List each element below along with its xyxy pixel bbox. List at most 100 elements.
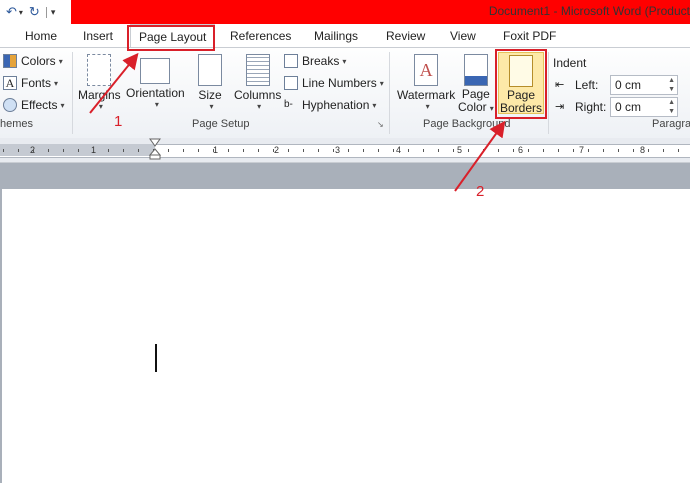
breaks-label: Breaks — [302, 54, 340, 68]
indent-left-label: Left: — [575, 78, 599, 92]
indent-marker-icon[interactable] — [149, 138, 161, 160]
colors-button[interactable]: Colors ▾ — [3, 54, 63, 68]
page-layout-highlight — [127, 25, 215, 51]
redo-icon[interactable]: ↻ — [29, 4, 40, 20]
group-separator — [548, 52, 549, 134]
ruler-tick — [468, 149, 469, 152]
tab-view[interactable]: View — [450, 24, 476, 48]
ruler-tick — [258, 149, 259, 152]
tab-foxit-pdf[interactable]: Foxit PDF — [503, 24, 556, 48]
ruler-number: 3 — [335, 145, 341, 155]
chevron-down-icon: ▾ — [379, 78, 384, 88]
columns-button[interactable]: Columns ▾ — [234, 54, 281, 111]
ruler-tick — [288, 149, 289, 152]
fonts-button[interactable]: A Fonts ▾ — [3, 76, 58, 90]
ruler-tick — [33, 149, 34, 152]
ruler-tick — [498, 149, 499, 152]
page-color-label-line2: Color — [458, 100, 487, 114]
ruler-tick — [558, 149, 559, 152]
chevron-down-icon: ▾ — [58, 56, 63, 66]
ribbon: Colors ▾ A Fonts ▾ Effects ▾ hemes Margins … — [0, 47, 690, 139]
ruler-tick — [453, 149, 454, 152]
ruler-tick — [678, 149, 679, 152]
watermark-label: Watermark — [397, 88, 456, 102]
chevron-down-icon: ▾ — [489, 104, 494, 113]
size-icon — [198, 54, 222, 86]
ruler-tick — [138, 149, 139, 152]
tab-review[interactable]: Review — [386, 24, 425, 48]
ruler-tick — [243, 149, 244, 152]
indent-label: Indent — [553, 56, 587, 70]
page-color-icon — [463, 54, 488, 86]
ruler-tick — [183, 149, 184, 152]
tab-home[interactable]: Home — [25, 24, 57, 48]
orientation-icon — [140, 58, 171, 84]
ruler-tick — [648, 149, 649, 152]
ruler-tick — [303, 149, 304, 152]
margins-button[interactable]: Margins ▾ — [78, 54, 121, 111]
ruler-tick — [483, 149, 484, 152]
ruler-tick — [273, 149, 274, 152]
hyphenation-label: Hyphenation — [302, 98, 370, 112]
ruler-tick — [93, 149, 94, 152]
ruler-tick — [123, 149, 124, 152]
title-bar-highlight: Document1 - Microsoft Word (Product — [71, 0, 690, 24]
ruler-tick — [633, 149, 634, 152]
orientation-label: Orientation — [126, 86, 185, 100]
undo-icon[interactable]: ↶ — [6, 4, 17, 20]
spin-arrows-icon[interactable]: ▲ ▼ — [668, 98, 675, 116]
ruler-tick — [228, 149, 229, 152]
size-button[interactable]: Size ▾ — [198, 54, 222, 111]
line-numbers-button[interactable]: Line Numbers ▾ — [284, 76, 384, 90]
indent-left-icon: ⇤ — [555, 79, 565, 91]
tab-mailings[interactable]: Mailings — [314, 24, 358, 48]
customize-qat-icon[interactable]: ▾ — [45, 6, 55, 18]
chevron-down-icon: ▾ — [372, 100, 377, 110]
orientation-button[interactable]: Orientation ▾ — [126, 54, 185, 109]
ruler-tick — [3, 149, 4, 152]
ruler-tick — [618, 149, 619, 152]
tab-references[interactable]: References — [230, 24, 291, 48]
step-2-label: 2 — [476, 183, 485, 200]
undo-dropdown-icon[interactable]: ▾ — [19, 8, 23, 17]
document-page[interactable] — [2, 189, 690, 483]
ruler-tick — [588, 149, 589, 152]
ruler-number: 6 — [518, 145, 524, 155]
line-numbers-icon — [284, 76, 298, 90]
indent-right-icon: ⇥ — [555, 101, 565, 113]
watermark-button[interactable]: A Watermark ▾ — [397, 54, 455, 111]
page-borders-highlight — [495, 49, 547, 119]
page-color-button[interactable]: Page Color ▾ — [458, 54, 494, 115]
dialog-launcher-icon[interactable]: ↘ — [377, 120, 384, 129]
effects-icon — [3, 98, 17, 112]
indent-left-input[interactable]: 0 cm ▲ ▼ — [610, 75, 678, 95]
ruler-tick — [78, 149, 79, 152]
effects-button[interactable]: Effects ▾ — [3, 98, 64, 112]
breaks-button[interactable]: Breaks ▾ — [284, 54, 346, 68]
chevron-down-icon: ▾ — [209, 102, 214, 111]
fonts-label: Fonts — [21, 76, 52, 90]
colors-icon — [3, 54, 17, 68]
tab-insert[interactable]: Insert — [83, 24, 113, 48]
indent-right-label: Right: — [575, 100, 607, 114]
ruler-number: 4 — [396, 145, 402, 155]
ruler-tick — [348, 149, 349, 152]
ruler-number: 5 — [457, 145, 463, 155]
indent-right-input[interactable]: 0 cm ▲ ▼ — [610, 97, 678, 117]
margins-label: Margins — [78, 88, 121, 102]
ruler-tick — [408, 149, 409, 152]
hyphenation-icon: b‑ — [284, 99, 293, 110]
hyphenation-button[interactable]: b‑ Hyphenation ▾ — [284, 98, 376, 112]
columns-label: Columns — [234, 88, 282, 102]
chevron-down-icon: ▾ — [342, 56, 347, 66]
spin-arrows-icon[interactable]: ▲ ▼ — [668, 76, 675, 94]
themes-group-label: hemes — [0, 118, 34, 130]
step-1-label: 1 — [114, 113, 123, 130]
ruler-number: 2 — [274, 145, 280, 155]
ruler-tick — [168, 149, 169, 152]
indent-right-value: 0 cm — [615, 100, 642, 114]
breaks-icon — [284, 54, 298, 68]
ruler-tick — [663, 149, 664, 152]
ruler-tick — [513, 149, 514, 152]
ruler-tick — [48, 149, 49, 152]
